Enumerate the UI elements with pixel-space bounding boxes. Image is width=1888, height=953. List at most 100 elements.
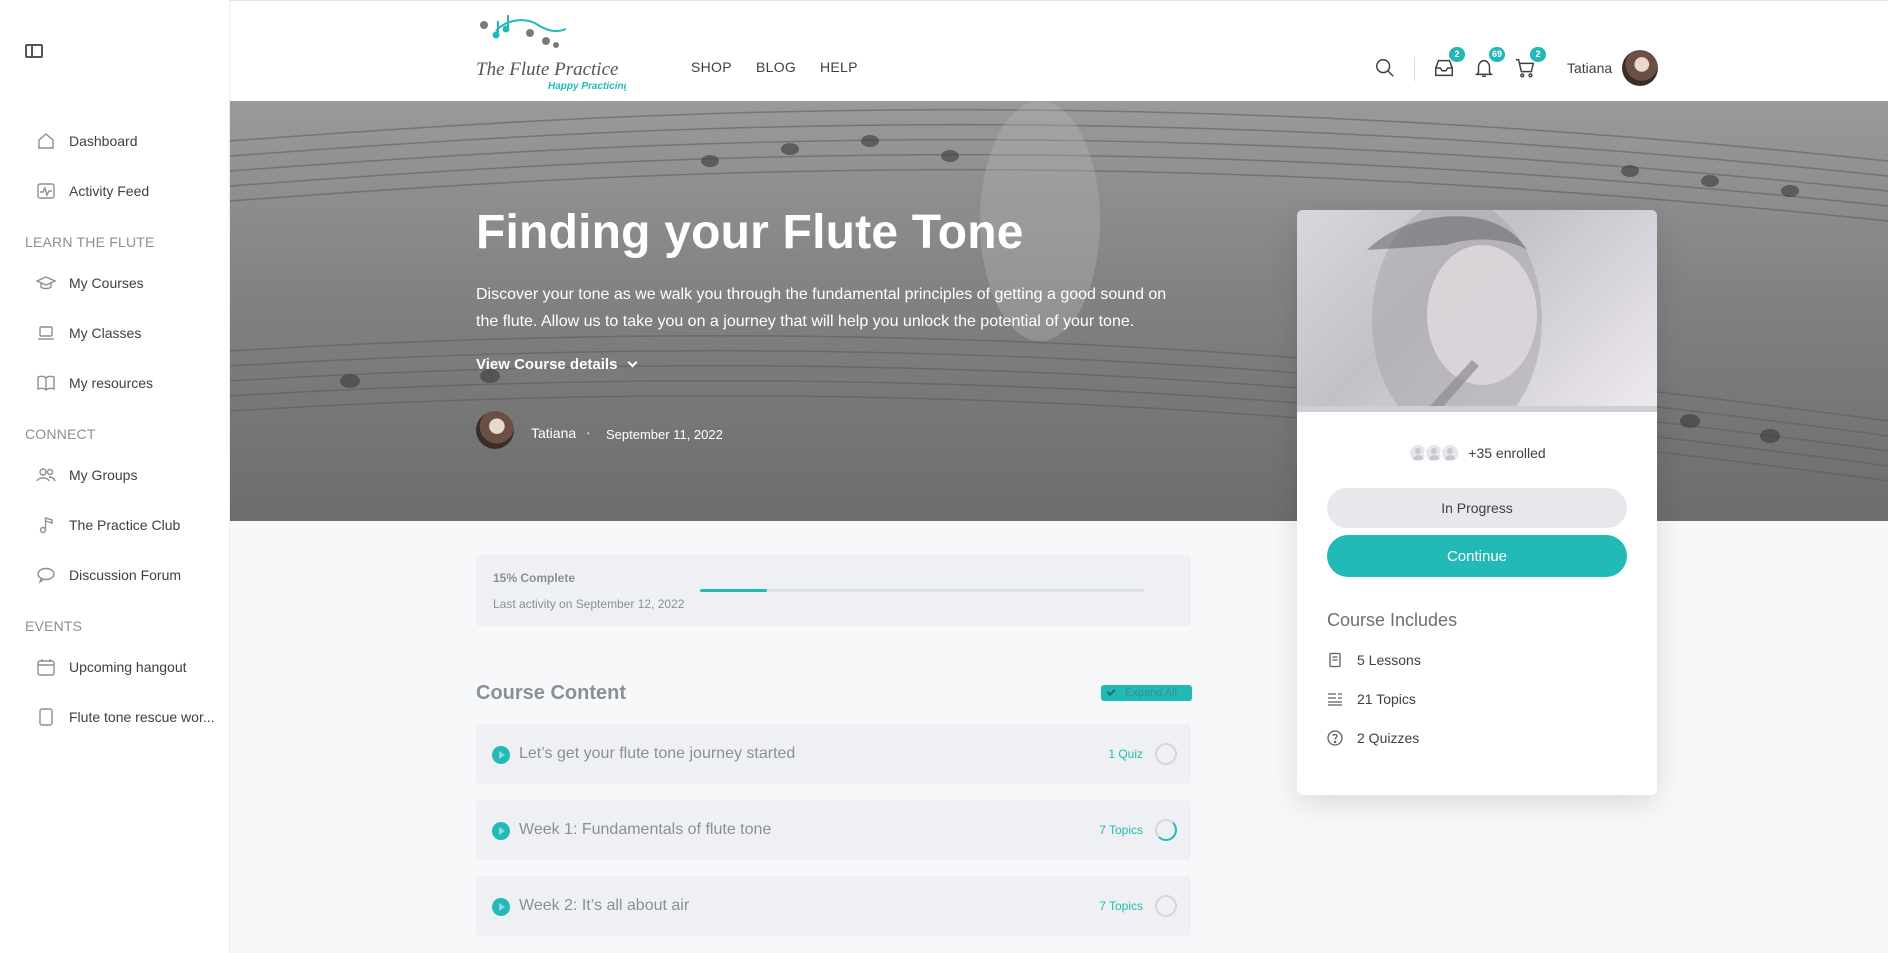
sidebar-item-my-groups[interactable]: My Groups [36, 463, 137, 487]
lessons-icon [1329, 652, 1341, 668]
include-lessons: 5 Lessons [1327, 652, 1421, 668]
sidebar-item-label: Activity Feed [69, 183, 150, 199]
sidebar-item-label: Upcoming hangout [69, 659, 187, 675]
sidebar-item-label: My Classes [69, 325, 142, 341]
home-icon [36, 131, 56, 151]
status-circle-icon [1155, 743, 1177, 765]
course-includes-title: Course Includes [1327, 610, 1458, 630]
enrolled-summary: +35 enrolled [1297, 443, 1657, 463]
status-circle-icon [1155, 895, 1177, 917]
include-topics: 21 Topics [1327, 691, 1416, 707]
enrolled-avatar [1440, 443, 1461, 463]
sidebar-item-activity-feed[interactable]: Activity Feed [36, 179, 149, 203]
logo-wordmark: The Flute Practice [476, 59, 618, 80]
sidebar-item-label: Discussion Forum [69, 567, 182, 583]
book-icon [36, 373, 56, 393]
expand-all-button[interactable]: Expand All [1101, 685, 1192, 701]
calendar-icon [36, 657, 56, 677]
nav-shop[interactable]: SHOP [691, 59, 732, 75]
check-icon [1106, 686, 1116, 696]
continue-button[interactable]: Continue [1327, 535, 1627, 577]
search-icon[interactable] [1374, 57, 1398, 81]
include-label: 21 Topics [1357, 691, 1416, 707]
logo-tagline: Happy Practicing [548, 81, 626, 92]
notifications-badge: 69 [1488, 47, 1505, 62]
header-user-name[interactable]: Tatiana [1567, 60, 1612, 76]
course-sidebar-card: +35 enrolled In Progress Continue Course… [1297, 210, 1657, 795]
sidebar-item-label: Dashboard [69, 133, 138, 149]
cart-icon[interactable]: 2 [1514, 47, 1546, 81]
section-title-connect: CONNECT [25, 426, 96, 442]
header-divider [1414, 57, 1415, 81]
lesson-meta: 7 Topics [1099, 899, 1143, 913]
sidebar-item-upcoming-hangout[interactable]: Upcoming hangout [36, 655, 187, 679]
messages-badge: 2 [1449, 47, 1465, 62]
bell-icon[interactable]: 69 [1473, 47, 1505, 81]
activity-icon [36, 181, 56, 201]
lesson-row[interactable]: Let’s get your flute tone journey starte… [476, 724, 1191, 784]
play-icon [492, 822, 510, 840]
course-content-title: Course Content [476, 682, 626, 704]
sidebar-item-flute-tone-rescue[interactable]: Flute tone rescue wor... [36, 705, 215, 729]
lesson-row[interactable]: Week 2: It’s all about air 7 Topics [476, 876, 1191, 936]
sidebar-item-my-resources[interactable]: My resources [36, 371, 153, 395]
lesson-meta: 1 Quiz [1108, 747, 1143, 761]
status-circle-icon [1155, 819, 1177, 841]
course-title: Finding your Flute Tone [476, 206, 1024, 259]
users-icon [36, 465, 56, 485]
progress-bar [700, 589, 1144, 592]
meta-separator: · [586, 424, 591, 440]
inbox-icon[interactable]: 2 [1433, 47, 1465, 81]
enrolled-count: +35 enrolled [1468, 445, 1546, 461]
progress-bar-fill [700, 589, 767, 592]
author-name[interactable]: Tatiana [531, 425, 576, 441]
expand-all-label: Expand All [1125, 687, 1177, 699]
details-link-label: View Course details [476, 356, 618, 373]
sidebar-item-label: My Groups [69, 467, 138, 483]
top-header: The Flute Practice Happy Practicing SHOP… [230, 0, 1888, 101]
quiz-icon [1327, 730, 1343, 746]
sidebar-item-label: My Courses [69, 275, 144, 291]
document-icon [36, 707, 56, 727]
section-title-learn: LEARN THE FLUTE [25, 234, 155, 250]
graduation-cap-icon [36, 273, 56, 293]
sidebar-item-discussion-forum[interactable]: Discussion Forum [36, 563, 181, 587]
view-course-details-link[interactable]: View Course details [476, 356, 638, 373]
lesson-title: Week 2: It’s all about air [519, 897, 690, 914]
lesson-row[interactable]: Week 1: Fundamentals of flute tone 7 Top… [476, 800, 1191, 860]
sidebar-item-label: Flute tone rescue wor... [69, 709, 215, 725]
include-label: 2 Quizzes [1357, 730, 1420, 746]
play-icon [492, 746, 510, 764]
include-quizzes: 2 Quizzes [1327, 730, 1419, 746]
last-activity: Last activity on September 12, 2022 [493, 597, 685, 611]
course-description: Discover your tone as we walk you throug… [476, 286, 1167, 330]
music-note-icon [36, 515, 56, 535]
sidebar: Dashboard Activity Feed LEARN THE FLUTE … [0, 0, 230, 953]
lesson-meta: 7 Topics [1099, 823, 1143, 837]
chat-icon [36, 565, 56, 585]
include-label: 5 Lessons [1357, 652, 1421, 668]
author-avatar[interactable] [476, 411, 514, 449]
nav-help[interactable]: HELP [820, 59, 858, 75]
course-date: September 11, 2022 [606, 427, 723, 442]
topics-icon [1328, 693, 1342, 706]
sidebar-item-my-classes[interactable]: My Classes [36, 321, 141, 345]
progress-percent-label: 15% Complete [493, 571, 576, 585]
sidebar-item-dashboard[interactable]: Dashboard [36, 129, 138, 153]
sidebar-item-label: The Practice Club [69, 517, 181, 533]
sidebar-item-practice-club[interactable]: The Practice Club [36, 513, 180, 537]
cart-badge: 2 [1530, 47, 1546, 62]
laptop-icon [36, 323, 56, 343]
section-title-events: EVENTS [25, 618, 83, 634]
course-progress-box: 15% Complete Last activity on September … [476, 555, 1191, 626]
course-thumbnail [1297, 210, 1657, 412]
site-logo[interactable]: The Flute Practice Happy Practicing [476, 11, 630, 93]
sidebar-toggle-icon[interactable] [25, 44, 43, 58]
nav-blog[interactable]: BLOG [756, 59, 796, 75]
in-progress-button[interactable]: In Progress [1327, 488, 1627, 528]
lesson-title: Let’s get your flute tone journey starte… [519, 745, 796, 762]
header-avatar[interactable] [1622, 50, 1658, 86]
chevron-down-icon [628, 357, 638, 368]
sidebar-item-my-courses[interactable]: My Courses [36, 271, 144, 295]
play-icon [492, 898, 510, 916]
